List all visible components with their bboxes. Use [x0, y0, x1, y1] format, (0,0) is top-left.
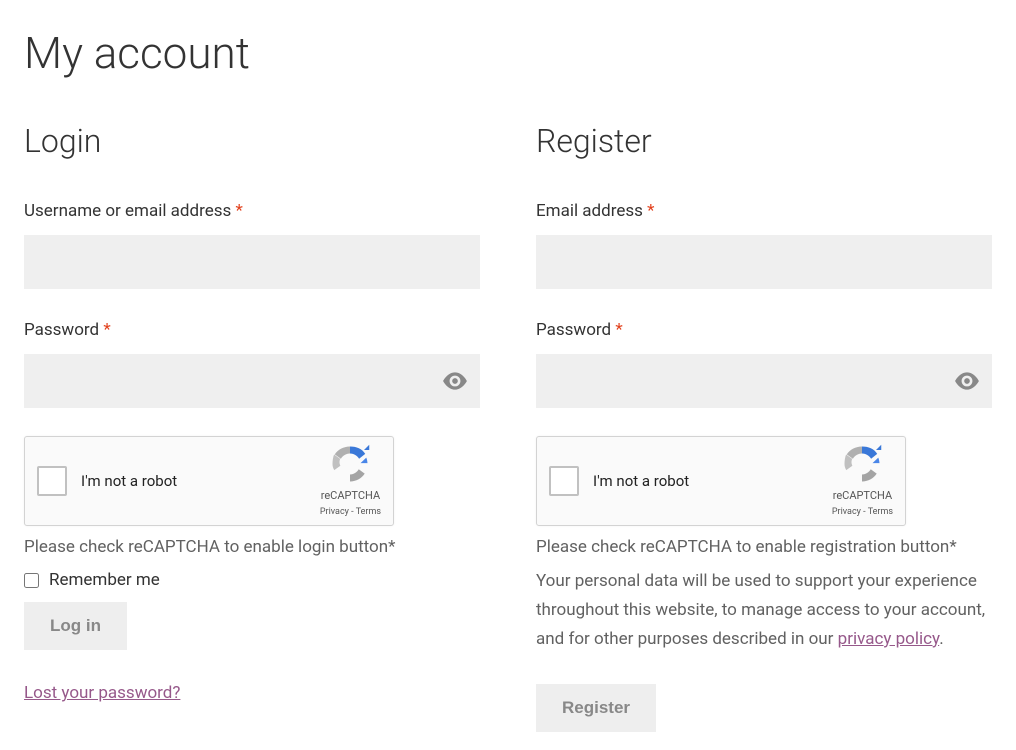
eye-icon — [954, 372, 980, 390]
login-username-label-text: Username or email address — [24, 201, 235, 221]
register-recaptcha: I'm not a robot reCAPTCHA Privacy - Term… — [536, 436, 906, 526]
register-password-label-text: Password — [536, 320, 615, 340]
page-title: My account — [24, 18, 992, 88]
recaptcha-links: Privacy - Terms — [320, 505, 381, 519]
login-recaptcha: I'm not a robot reCAPTCHA Privacy - Term… — [24, 436, 394, 526]
register-password-field: Password * — [536, 317, 992, 408]
login-username-label: Username or email address * — [24, 198, 480, 225]
register-heading: Register — [536, 116, 992, 167]
lost-password-link[interactable]: Lost your password? — [24, 683, 180, 703]
recaptcha-icon — [841, 443, 883, 485]
register-email-field: Email address * — [536, 198, 992, 289]
required-marker: * — [103, 320, 110, 340]
privacy-policy-link[interactable]: privacy policy — [838, 629, 940, 649]
register-password-label: Password * — [536, 317, 992, 344]
privacy-text: Your personal data will be used to suppo… — [536, 567, 992, 654]
login-button[interactable]: Log in — [24, 602, 127, 650]
login-password-field: Password * — [24, 317, 480, 408]
required-marker: * — [615, 320, 622, 340]
recaptcha-branding: reCAPTCHA Privacy - Terms — [832, 443, 893, 519]
login-password-wrap — [24, 354, 480, 408]
login-password-label-text: Password — [24, 320, 103, 340]
login-recaptcha-checkbox[interactable] — [37, 466, 67, 496]
register-recaptcha-label: I'm not a robot — [593, 469, 832, 493]
login-recaptcha-label: I'm not a robot — [81, 469, 320, 493]
register-recaptcha-hint: Please check reCAPTCHA to enable registr… — [536, 534, 992, 561]
login-username-input[interactable] — [24, 235, 480, 289]
required-marker: * — [235, 201, 242, 221]
register-email-label: Email address * — [536, 198, 992, 225]
register-password-input[interactable] — [536, 354, 992, 408]
login-username-field: Username or email address * — [24, 198, 480, 289]
register-password-visibility-toggle[interactable] — [954, 372, 980, 390]
login-password-input[interactable] — [24, 354, 480, 408]
privacy-text-after: . — [939, 629, 943, 649]
recaptcha-brand: reCAPTCHA — [321, 487, 380, 505]
remember-me-checkbox[interactable] — [24, 573, 39, 588]
login-password-visibility-toggle[interactable] — [442, 372, 468, 390]
register-password-wrap — [536, 354, 992, 408]
recaptcha-icon — [329, 443, 371, 485]
register-button[interactable]: Register — [536, 684, 656, 732]
recaptcha-brand: reCAPTCHA — [833, 487, 892, 505]
login-column: Login Username or email address * Passwo… — [24, 116, 480, 731]
login-heading: Login — [24, 116, 480, 167]
login-recaptcha-hint: Please check reCAPTCHA to enable login b… — [24, 534, 480, 561]
recaptcha-links: Privacy - Terms — [832, 505, 893, 519]
remember-me-label: Remember me — [49, 567, 160, 594]
register-email-label-text: Email address — [536, 201, 647, 221]
required-marker: * — [647, 201, 654, 221]
register-recaptcha-checkbox[interactable] — [549, 466, 579, 496]
register-email-input[interactable] — [536, 235, 992, 289]
eye-icon — [442, 372, 468, 390]
login-password-label: Password * — [24, 317, 480, 344]
register-column: Register Email address * Password * — [536, 116, 992, 731]
columns: Login Username or email address * Passwo… — [24, 116, 992, 731]
remember-me-row[interactable]: Remember me — [24, 567, 480, 594]
recaptcha-branding: reCAPTCHA Privacy - Terms — [320, 443, 381, 519]
